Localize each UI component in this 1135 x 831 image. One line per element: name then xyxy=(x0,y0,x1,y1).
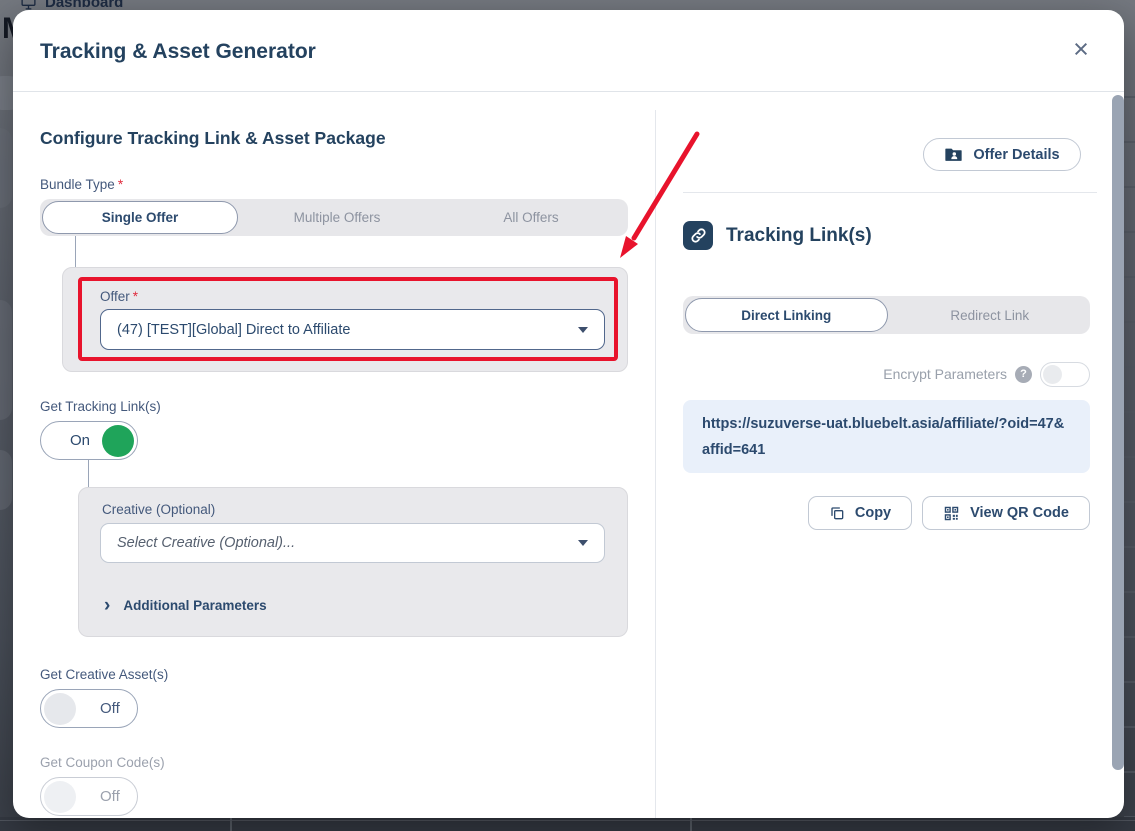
additional-parameters-label: Additional Parameters xyxy=(123,598,266,613)
tracking-links-heading: Tracking Link(s) xyxy=(726,225,872,247)
close-icon: × xyxy=(1073,34,1089,64)
tab-redirect-link[interactable]: Redirect Link xyxy=(890,296,1091,334)
copy-icon xyxy=(829,505,845,521)
toggle-knob xyxy=(44,693,76,725)
tracking-url-box: https://suzuverse-uat.bluebelt.asia/affi… xyxy=(683,400,1090,473)
required-asterisk: * xyxy=(118,177,123,192)
view-qr-code-label: View QR Code xyxy=(970,505,1069,521)
modal-title: Tracking & Asset Generator xyxy=(40,40,316,64)
offer-label: Offer* xyxy=(100,289,138,304)
creative-select-placeholder: Select Creative (Optional)... xyxy=(117,535,295,551)
background-card-edge xyxy=(0,300,12,420)
bundle-type-label: Bundle Type* xyxy=(40,177,123,192)
tab-multiple-offers[interactable]: Multiple Offers xyxy=(240,199,434,236)
additional-parameters-expander[interactable]: › Additional Parameters xyxy=(104,598,267,613)
help-icon[interactable]: ? xyxy=(1015,366,1032,383)
chevron-down-icon xyxy=(578,540,588,546)
toggle-knob xyxy=(44,781,76,813)
close-button[interactable]: × xyxy=(1064,32,1098,66)
chevron-right-icon: › xyxy=(104,599,110,612)
encrypt-parameters-toggle[interactable] xyxy=(1040,362,1090,387)
folder-user-icon xyxy=(944,145,963,164)
get-tracking-links-label: Get Tracking Link(s) xyxy=(40,399,161,414)
get-creative-assets-label: Get Creative Asset(s) xyxy=(40,667,168,682)
offer-select-value: (47) [TEST][Global] Direct to Affiliate xyxy=(117,322,350,338)
link-icon xyxy=(683,221,713,250)
section-divider xyxy=(683,192,1097,193)
modal-scrollbar-thumb[interactable] xyxy=(1112,95,1124,770)
modal-header: Tracking & Asset Generator × xyxy=(13,10,1124,92)
tab-all-offers[interactable]: All Offers xyxy=(434,199,628,236)
toggle-state-label: Off xyxy=(100,700,120,717)
required-asterisk: * xyxy=(133,289,138,304)
screen: Dashboard M Tracking & Asset Generator ×… xyxy=(0,0,1135,831)
copy-button[interactable]: Copy xyxy=(808,496,912,530)
toggle-knob xyxy=(1043,365,1062,384)
creative-label: Creative (Optional) xyxy=(102,502,215,517)
tab-single-offer[interactable]: Single Offer xyxy=(42,201,238,234)
background-card-edge xyxy=(0,128,12,208)
tracking-links-toggle[interactable]: On xyxy=(40,421,138,460)
tab-direct-linking[interactable]: Direct Linking xyxy=(685,298,888,332)
encrypt-parameters-row: Encrypt Parameters ? xyxy=(683,361,1090,387)
panel-divider xyxy=(655,110,656,818)
link-type-tabs: Direct Linking Redirect Link xyxy=(683,296,1090,334)
toggle-state-label: On xyxy=(70,432,90,449)
config-section-heading: Configure Tracking Link & Asset Package xyxy=(40,128,386,149)
tracking-links-header: Tracking Link(s) xyxy=(683,221,872,250)
creative-assets-toggle[interactable]: Off xyxy=(40,689,138,728)
bundle-type-tabs: Single Offer Multiple Offers All Offers xyxy=(40,199,628,236)
offer-details-button[interactable]: Offer Details xyxy=(923,138,1081,171)
chevron-down-icon xyxy=(578,327,588,333)
offer-details-label: Offer Details xyxy=(973,147,1059,163)
background-table-edge xyxy=(0,817,1135,831)
tracking-asset-generator-modal: Tracking & Asset Generator × Configure T… xyxy=(13,10,1124,818)
qr-code-icon xyxy=(943,505,960,522)
background-table-rows xyxy=(1124,96,1135,818)
connector-line xyxy=(75,236,76,267)
tracking-url: https://suzuverse-uat.bluebelt.asia/affi… xyxy=(702,416,1064,458)
get-coupon-codes-label: Get Coupon Code(s) xyxy=(40,755,165,770)
creative-select[interactable]: Select Creative (Optional)... xyxy=(100,523,605,563)
toggle-state-label: Off xyxy=(100,788,120,805)
copy-label: Copy xyxy=(855,505,891,521)
toggle-knob xyxy=(102,425,134,457)
coupon-codes-toggle[interactable]: Off xyxy=(40,777,138,816)
view-qr-code-button[interactable]: View QR Code xyxy=(922,496,1090,530)
background-card-edge xyxy=(0,450,12,510)
connector-line xyxy=(88,460,89,487)
offer-select[interactable]: (47) [TEST][Global] Direct to Affiliate xyxy=(100,309,605,350)
encrypt-parameters-label: Encrypt Parameters xyxy=(883,366,1007,382)
